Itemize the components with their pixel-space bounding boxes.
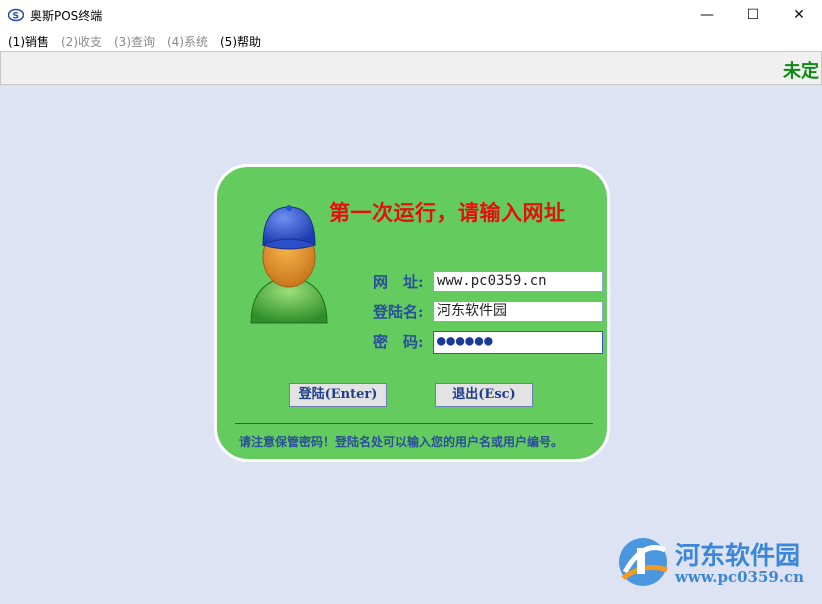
- minimize-icon: —: [700, 7, 714, 23]
- watermark-logo-icon: [619, 538, 668, 586]
- watermark: 河东软件园 www.pc0359.cn: [615, 530, 820, 596]
- close-button[interactable]: ✕: [776, 0, 822, 30]
- close-icon: ✕: [793, 7, 805, 23]
- menu-income-expense[interactable]: (2)收支: [61, 33, 102, 50]
- user-avatar-icon: [250, 205, 328, 324]
- maximize-button[interactable]: ☐: [730, 0, 776, 30]
- menu-sales[interactable]: (1)销售: [8, 33, 49, 50]
- watermark-title: 河东软件园: [675, 541, 801, 570]
- login-button[interactable]: 登陆(Enter): [289, 383, 387, 407]
- title-bar: S 奥斯POS终端 — ☐ ✕: [0, 0, 822, 30]
- login-heading: 第一次运行，请输入网址: [329, 200, 566, 225]
- menu-help[interactable]: (5)帮助: [220, 33, 261, 50]
- login-hint: 请注意保管密码！登陆名处可以输入您的用户名或用户编号。: [239, 435, 564, 449]
- window-title: 奥斯POS终端: [30, 9, 103, 23]
- svg-text:S: S: [13, 12, 19, 22]
- divider: [235, 423, 593, 424]
- status-text: 未定: [783, 61, 819, 82]
- watermark-url: www.pc0359.cn: [675, 568, 805, 586]
- maximize-icon: ☐: [746, 7, 760, 23]
- app-logo-icon: S: [8, 8, 24, 22]
- status-bar: 未定: [0, 51, 822, 85]
- url-input[interactable]: www.pc0359.cn: [433, 271, 603, 292]
- password-label: 密 码:: [373, 333, 424, 351]
- menu-system[interactable]: (4)系统: [167, 33, 208, 50]
- menu-query[interactable]: (3)查询: [114, 33, 155, 50]
- minimize-button[interactable]: —: [684, 0, 730, 30]
- menu-bar: (1)销售 (2)收支 (3)查询 (4)系统 (5)帮助: [0, 30, 822, 51]
- password-input[interactable]: ●●●●●●: [433, 331, 603, 354]
- exit-button[interactable]: 退出(Esc): [435, 383, 533, 407]
- username-input[interactable]: 河东软件园: [433, 301, 603, 322]
- login-panel: 第一次运行，请输入网址 网 址: www.pc0359.cn 登陆名: 河东软件…: [214, 164, 610, 462]
- url-label: 网 址:: [373, 273, 424, 291]
- username-label: 登陆名:: [373, 303, 424, 321]
